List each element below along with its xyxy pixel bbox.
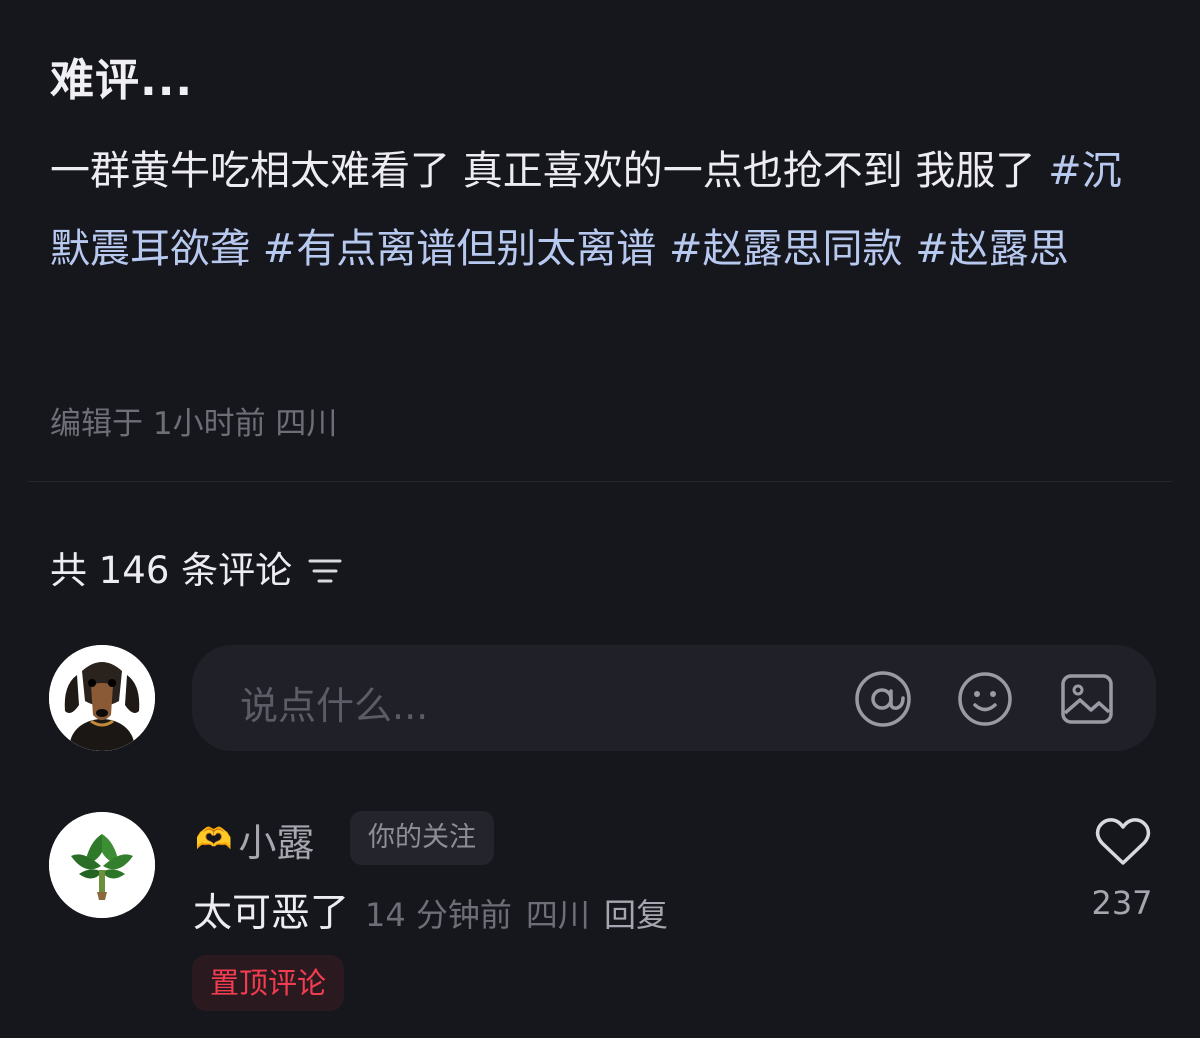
comment-text: 太可恶了	[193, 891, 350, 936]
hashtag-link[interactable]: #赵露思同款	[669, 226, 903, 272]
reply-button[interactable]: 回复	[604, 890, 668, 936]
at-icon[interactable]	[854, 670, 912, 728]
comment-username-text[interactable]: 小露	[238, 812, 314, 867]
current-user-avatar[interactable]	[49, 645, 155, 751]
like-count: 237	[1091, 884, 1153, 922]
commenter-avatar[interactable]	[49, 812, 155, 918]
post-detail-page: 难评... 一群黄牛吃相太难看了 真正喜欢的一点也抢不到 我服了 #沉默震耳欲聋…	[0, 0, 1200, 1038]
following-badge: 你的关注	[350, 811, 494, 865]
comment-username[interactable]: 🫶 小露	[195, 812, 314, 867]
emoji-icon[interactable]	[956, 670, 1014, 728]
post-body: 一群黄牛吃相太难看了 真正喜欢的一点也抢不到 我服了 #沉默震耳欲聋 #有点离谱…	[50, 132, 1150, 288]
comment-time: 14 分钟前	[365, 896, 512, 934]
pinned-comment-badge: 置顶评论	[192, 955, 345, 1011]
divider	[28, 481, 1172, 482]
heart-hands-icon: 🫶	[195, 822, 233, 857]
image-icon[interactable]	[1058, 670, 1116, 728]
sort-icon[interactable]	[308, 552, 342, 583]
comment-location: 四川	[525, 896, 590, 934]
comment-input[interactable]: 说点什么...	[192, 645, 1156, 751]
comment-count-header: 共 146 条评论	[50, 540, 342, 594]
comment-content-row: 太可恶了 14 分钟前 四川 回复	[193, 882, 668, 938]
comment-input-placeholder: 说点什么...	[240, 684, 429, 728]
post-meta: 编辑于 1小时前 四川	[50, 406, 338, 442]
post-body-text: 一群黄牛吃相太难看了 真正喜欢的一点也抢不到 我服了	[50, 148, 1036, 194]
comment-count-label: 共 146 条评论	[50, 549, 293, 592]
post-title: 难评...	[50, 55, 194, 106]
hashtag-link[interactable]: #有点离谱但别太离谱	[263, 226, 657, 272]
heart-icon[interactable]	[1094, 816, 1152, 868]
hashtag-link[interactable]: #赵露思	[915, 226, 1069, 272]
